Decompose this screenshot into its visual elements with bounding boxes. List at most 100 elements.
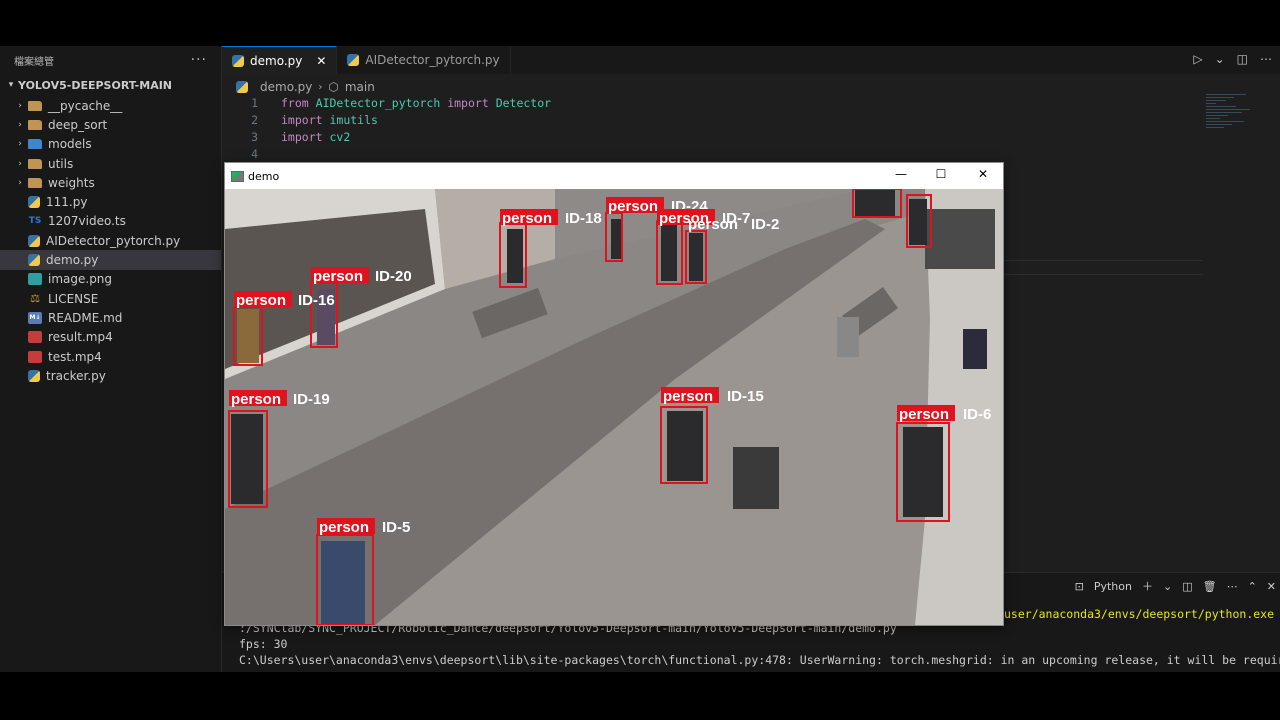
code-editor[interactable]: 1 from AIDetector_pytorch import Detecto… [222, 94, 1202, 162]
tab-label: AIDetector_pytorch.py [365, 53, 500, 67]
code-line: 3 import cv2 [222, 128, 1202, 145]
more-actions-icon[interactable]: ⋯ [1227, 580, 1238, 593]
terminal-line: fps: 30 [239, 637, 288, 651]
tree-file-1207video-ts[interactable]: TS 1207video.ts [0, 212, 221, 231]
editor-tabs: demo.py ✕ AIDetector_pytorch.py ▷ ⌄ ◫ ⋯ [222, 46, 1280, 74]
tree-file-license[interactable]: ⚖ LICENSE [0, 289, 221, 308]
tree-folder-weights[interactable]: › weights [0, 173, 221, 192]
terminal-path: user/anaconda3/envs/deepsort/python.exe … [1004, 607, 1280, 621]
label-id: ID-18 [565, 210, 602, 227]
trash-icon[interactable]: 🗑 [1203, 580, 1217, 593]
close-button[interactable]: ✕ [975, 167, 991, 181]
project-root[interactable]: ▾ YOLOV5-DEEPSORT-MAIN [0, 74, 221, 96]
window-icon [231, 170, 244, 182]
tree-item-label: demo.py [46, 253, 99, 268]
split-editor-icon[interactable]: ◫ [1237, 52, 1248, 66]
tree-file-test-mp4[interactable]: test.mp4 [0, 347, 221, 366]
folder-icon [28, 139, 42, 150]
tree-item-label: LICENSE [48, 291, 99, 306]
python-file-icon [28, 369, 40, 382]
divider [1003, 260, 1203, 261]
breadcrumb-symbol[interactable]: main [345, 80, 375, 94]
chevron-down-icon[interactable]: ⌄ [1215, 52, 1225, 66]
terminal-shell-label[interactable]: Python [1094, 580, 1132, 593]
label-class: person [688, 216, 738, 233]
tree-item-label: tracker.py [46, 368, 106, 383]
tree-item-label: test.mp4 [48, 349, 102, 364]
tab-demo-py[interactable]: demo.py ✕ [222, 46, 338, 74]
license-file-icon: ⚖ [30, 292, 40, 306]
tree-item-label: 1207video.ts [48, 214, 126, 229]
breadcrumb-file[interactable]: demo.py [260, 80, 312, 94]
python-file-icon [232, 54, 244, 67]
tree-file-result-mp4[interactable]: result.mp4 [0, 328, 221, 347]
line-number: 4 [251, 146, 258, 161]
project-name: YOLOV5-DEEPSORT-MAIN [18, 78, 173, 92]
demo-window[interactable]: demo — ☐ ✕ person ID-18 person ID-24 per… [224, 162, 1004, 626]
class-name: Detector [495, 95, 552, 110]
explorer-header: 檔案總管 ··· [0, 46, 221, 74]
tree-file-readme[interactable]: M↓ README.md [0, 308, 221, 327]
folder-icon [28, 177, 42, 188]
person-figure [909, 199, 927, 245]
image-file-icon [28, 273, 42, 286]
letterbox-bottom [0, 672, 1280, 720]
person-figure [903, 427, 943, 517]
minimize-button[interactable]: — [893, 167, 909, 181]
person-figure [237, 309, 259, 363]
tree-file-demo-py[interactable]: demo.py [0, 250, 221, 270]
tools-folder-icon [28, 158, 42, 169]
chevron-right-icon: › [18, 158, 22, 169]
line-number: 3 [251, 129, 258, 144]
person-figure [667, 411, 703, 481]
chevron-right-icon: › [18, 177, 22, 188]
minimap[interactable] [1206, 94, 1266, 174]
more-actions-icon[interactable]: ··· [191, 52, 207, 68]
module-name: cv2 [329, 129, 351, 144]
add-terminal-icon[interactable]: ＋ [1142, 578, 1153, 594]
run-icon[interactable]: ▷ [1193, 52, 1202, 66]
video-frame: person ID-18 person ID-24 person ID-7 pe… [225, 189, 1003, 625]
tree-file-tracker-py[interactable]: tracker.py [0, 366, 221, 385]
tree-folder-pycache[interactable]: › __pycache__ [0, 96, 221, 115]
label-id: ID-6 [963, 406, 991, 423]
label-id: ID-19 [293, 391, 330, 408]
tree-folder-models[interactable]: › models [0, 135, 221, 154]
terminal-toolbar: ⊡ Python ＋ ⌄ ◫ 🗑 ⋯ ⌃ ✕ [1075, 577, 1276, 595]
person-figure [321, 541, 365, 625]
demo-titlebar[interactable]: demo — ☐ ✕ [225, 163, 1003, 189]
keyword: import [281, 129, 323, 144]
label-id: ID-20 [375, 268, 412, 285]
python-file-icon [28, 196, 40, 209]
tree-item-label: image.png [48, 272, 113, 287]
chevron-up-icon[interactable]: ⌃ [1248, 580, 1257, 593]
line-number: 1 [251, 95, 258, 110]
python-file-icon [28, 254, 40, 267]
tab-aidetector[interactable]: AIDetector_pytorch.py [337, 46, 511, 74]
person-figure [611, 219, 621, 259]
label-id: ID-15 [727, 388, 764, 405]
detection-overlay: person ID-18 person ID-24 person ID-7 pe… [228, 189, 991, 625]
person-figure [507, 229, 523, 283]
tree-item-label: __pycache__ [48, 98, 123, 113]
more-actions-icon[interactable]: ⋯ [1260, 52, 1272, 66]
close-icon[interactable]: ✕ [316, 54, 326, 68]
chevron-down-icon[interactable]: ⌄ [1163, 580, 1172, 593]
tree-folder-utils[interactable]: › utils [0, 154, 221, 173]
cube-icon: ⬡ [328, 80, 339, 94]
label-class: person [663, 388, 713, 405]
tree-folder-deep-sort[interactable]: › deep_sort [0, 115, 221, 134]
tree-item-label: README.md [48, 310, 123, 325]
label-class: person [313, 268, 363, 285]
tree-file-image-png[interactable]: image.png [0, 270, 221, 289]
maximize-button[interactable]: ☐ [933, 167, 949, 181]
tree-file-aidetector[interactable]: AIDetector_pytorch.py [0, 231, 221, 250]
tree-file-111-py[interactable]: 111.py [0, 192, 221, 211]
close-icon[interactable]: ✕ [1267, 580, 1276, 593]
people [231, 189, 943, 625]
explorer-sidebar: 檔案總管 ··· ▾ YOLOV5-DEEPSORT-MAIN › __pyca… [0, 46, 222, 672]
video-file-icon [28, 331, 42, 344]
tree-item-label: AIDetector_pytorch.py [46, 233, 181, 248]
label-class: person [231, 391, 281, 408]
split-terminal-icon[interactable]: ◫ [1182, 580, 1192, 593]
